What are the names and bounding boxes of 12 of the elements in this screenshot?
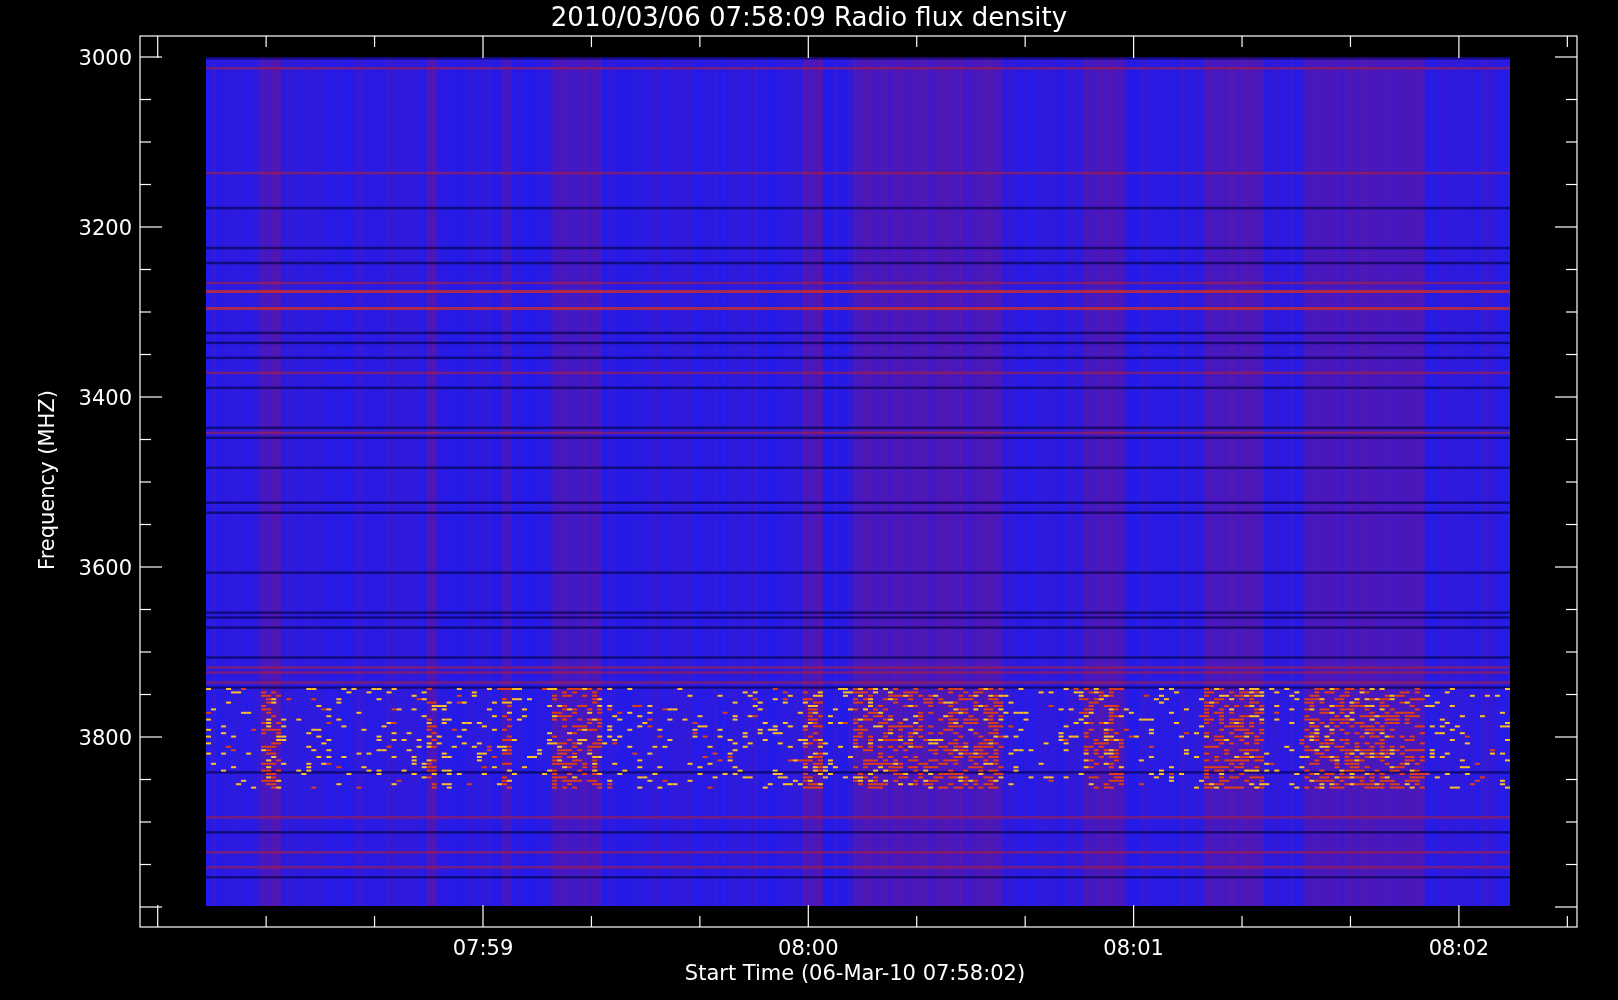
x-tick-label: 08:00 — [778, 936, 839, 960]
y-tick-label: 3600 — [78, 556, 132, 580]
x-tick-label: 08:02 — [1428, 936, 1490, 960]
y-tick-label: 3400 — [78, 386, 132, 410]
x-axis-label: Start Time (06-Mar-10 07:58:02) — [684, 961, 1026, 985]
y-tick-label: 3800 — [78, 726, 132, 750]
x-tick-label: 07:59 — [452, 936, 514, 960]
plot-title: 2010/03/06 07:58:09 Radio flux density — [550, 2, 1068, 32]
y-axis-label: Frequency (MHZ) — [35, 390, 59, 570]
y-tick-label: 3200 — [78, 216, 132, 240]
y-tick-label: 3000 — [78, 46, 132, 70]
x-tick-label: 08:01 — [1103, 936, 1164, 960]
